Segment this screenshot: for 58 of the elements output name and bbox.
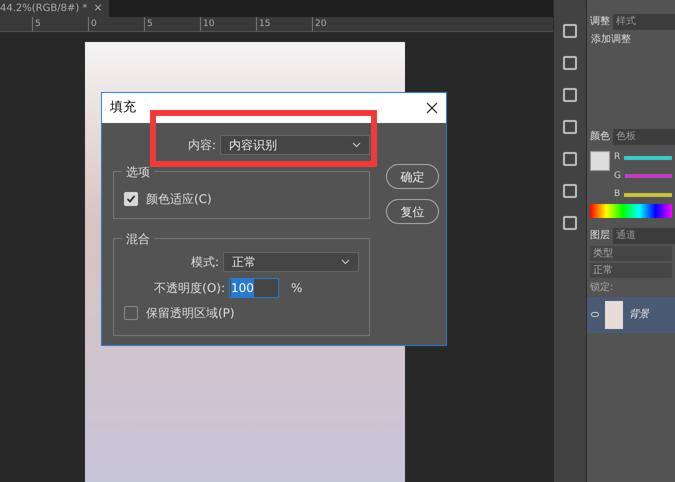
ruler-label: 5 — [32, 17, 88, 31]
dialog-title: 填充 — [110, 99, 136, 118]
lock-label: 锁定: — [589, 280, 614, 294]
channel-slider[interactable] — [624, 174, 672, 178]
percent-unit: % — [291, 280, 302, 297]
checkbox-label: 保留透明区域(P) — [146, 305, 235, 322]
layer-filter[interactable]: 类型 — [590, 246, 672, 260]
tool-icon[interactable] — [563, 184, 577, 198]
channel-label: B — [614, 188, 620, 201]
document-title: 44.2%(RGB/8#) * — [0, 2, 88, 16]
mode-select[interactable]: 正常 — [223, 252, 359, 272]
panel-tab[interactable]: 色板 — [613, 129, 639, 145]
ruler-label: 0 — [88, 17, 144, 31]
document-tab[interactable]: 44.2%(RGB/8#) * × — [0, 0, 109, 17]
panel-heading: 添加调整 — [590, 32, 632, 47]
panel-tab[interactable]: 通道 — [613, 228, 639, 244]
channel-label: R — [614, 151, 620, 164]
color-swatch[interactable] — [590, 151, 610, 171]
group-title: 混合 — [122, 230, 154, 248]
ruler-label: 10 — [200, 17, 256, 31]
layer-thumbnail — [605, 300, 623, 328]
checkbox[interactable] — [124, 306, 138, 320]
channel-slider[interactable] — [624, 156, 672, 160]
layer-name: 背景 — [629, 308, 649, 322]
mode-label: 模式: — [190, 254, 220, 271]
contents-select[interactable]: 内容识别 — [220, 135, 370, 155]
tool-icon[interactable] — [563, 88, 577, 102]
tool-icon[interactable] — [563, 120, 577, 134]
opacity-input[interactable]: 100 — [229, 278, 279, 298]
panel-tab[interactable]: 颜色 — [587, 129, 613, 145]
tool-icon[interactable] — [563, 216, 577, 230]
channel-label: G — [614, 170, 621, 182]
dialog-button[interactable]: 复位 — [386, 199, 439, 224]
close-icon[interactable] — [426, 102, 438, 114]
caret-icon — [341, 259, 350, 265]
layer-row[interactable]: 背景 — [587, 296, 675, 332]
blend-select[interactable]: 正常 — [590, 262, 672, 278]
opacity-label: 不透明度(O): — [153, 280, 225, 297]
tool-icon[interactable] — [563, 152, 577, 166]
group-title: 选项 — [122, 163, 154, 181]
panel-tab[interactable]: 图层 — [587, 228, 613, 244]
tab-close[interactable]: × — [93, 0, 103, 17]
contents-label: 内容: — [188, 137, 216, 154]
ruler-label: 20 — [312, 17, 368, 31]
panel-tab[interactable]: 调整 — [587, 14, 613, 30]
ruler-label: 15 — [256, 17, 312, 31]
channel-slider[interactable] — [624, 192, 672, 197]
ruler-label: 5 — [144, 17, 200, 31]
eye-icon[interactable] — [591, 312, 599, 317]
panel-tab[interactable]: 样式 — [613, 14, 639, 30]
color-spectrum[interactable] — [590, 204, 672, 218]
checkbox-label: 颜色适应(C) — [146, 191, 212, 208]
dialog-button[interactable]: 确定 — [386, 164, 439, 189]
caret-icon — [352, 142, 361, 148]
tool-icon[interactable] — [563, 24, 577, 38]
tool-icon[interactable] — [563, 56, 577, 70]
checkmark-icon — [126, 194, 136, 204]
checkbox[interactable] — [124, 192, 138, 206]
